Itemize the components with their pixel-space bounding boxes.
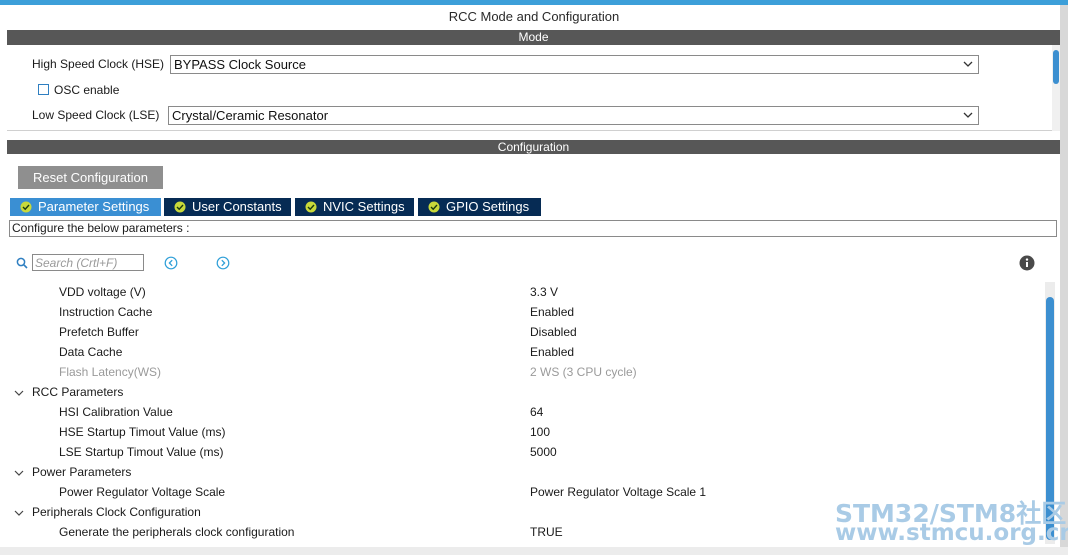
- param-label: Power Regulator Voltage Scale: [59, 485, 226, 499]
- osc-enable-label: OSC enable: [54, 83, 120, 97]
- bottom-edge: [0, 547, 1068, 555]
- group-header-power-parameters[interactable]: Power Parameters: [32, 465, 131, 479]
- tab-parameter-settings[interactable]: Parameter Settings: [10, 198, 161, 216]
- param-value[interactable]: Power Regulator Voltage Scale 1: [530, 485, 706, 499]
- param-label: Flash Latency(WS): [59, 365, 162, 379]
- mode-scrollbar-thumb[interactable]: [1053, 50, 1059, 84]
- param-value[interactable]: Enabled: [530, 305, 574, 319]
- param-value: 2 WS (3 CPU cycle): [530, 365, 637, 379]
- lse-select[interactable]: Crystal/Ceramic Resonator: [168, 106, 979, 125]
- next-match-icon[interactable]: [216, 256, 230, 270]
- tab-label: GPIO Settings: [446, 199, 530, 214]
- param-value[interactable]: 5000: [530, 445, 557, 459]
- check-circle-icon: [20, 201, 32, 213]
- mode-scrollbar[interactable]: [1052, 45, 1060, 131]
- param-value[interactable]: Disabled: [530, 325, 577, 339]
- param-label: HSE Startup Timout Value (ms): [59, 425, 226, 439]
- tab-user-constants[interactable]: User Constants: [164, 198, 291, 216]
- reset-configuration-button[interactable]: Reset Configuration: [18, 166, 163, 189]
- param-value[interactable]: TRUE: [530, 525, 563, 539]
- lse-label: Low Speed Clock (LSE): [32, 108, 160, 122]
- tab-label: User Constants: [192, 199, 282, 214]
- tab-nvic-settings[interactable]: NVIC Settings: [295, 198, 414, 216]
- param-value[interactable]: 3.3 V: [530, 285, 558, 299]
- chevron-down-icon[interactable]: [13, 507, 25, 519]
- hse-select[interactable]: BYPASS Clock Source: [170, 55, 979, 74]
- param-label: Prefetch Buffer: [59, 325, 139, 339]
- param-label: LSE Startup Timout Value (ms): [59, 445, 224, 459]
- group-header-rcc-parameters[interactable]: RCC Parameters: [32, 385, 123, 399]
- osc-enable-checkbox[interactable]: [38, 84, 49, 95]
- watermark-url: www.stmcu.org.cn: [835, 520, 1068, 546]
- param-value[interactable]: Enabled: [530, 345, 574, 359]
- check-circle-icon: [305, 201, 317, 213]
- search-input[interactable]: [32, 254, 144, 271]
- chevron-down-icon: [963, 112, 973, 118]
- param-label: Instruction Cache: [59, 305, 153, 319]
- window-title: RCC Mode and Configuration: [448, 9, 620, 24]
- check-circle-icon: [174, 201, 186, 213]
- tab-gpio-settings[interactable]: GPIO Settings: [418, 198, 541, 216]
- hse-label: High Speed Clock (HSE): [32, 57, 165, 71]
- lse-select-value: Crystal/Ceramic Resonator: [172, 108, 329, 123]
- tab-label: Parameter Settings: [38, 199, 150, 214]
- outer-scroll-strip[interactable]: [1060, 5, 1068, 555]
- info-icon[interactable]: [1019, 255, 1035, 271]
- group-header-peripherals-clock-configuration[interactable]: Peripherals Clock Configuration: [32, 505, 201, 519]
- param-label: Generate the peripherals clock configura…: [59, 525, 295, 539]
- param-label: HSI Calibration Value: [59, 405, 173, 419]
- mode-section-header: Mode: [7, 30, 1060, 45]
- window-top-accent-bar: [0, 0, 1068, 5]
- chevron-down-icon[interactable]: [13, 467, 25, 479]
- configure-instructions: Configure the below parameters :: [9, 220, 1057, 237]
- chevron-down-icon: [963, 61, 973, 67]
- hse-select-value: BYPASS Clock Source: [174, 57, 306, 72]
- configuration-section-header: Configuration: [7, 140, 1060, 155]
- tab-label: NVIC Settings: [323, 199, 405, 214]
- param-value[interactable]: 100: [530, 425, 550, 439]
- previous-match-icon[interactable]: [164, 256, 178, 270]
- chevron-down-icon[interactable]: [13, 387, 25, 399]
- search-icon[interactable]: [16, 257, 28, 269]
- param-label: VDD voltage (V): [59, 285, 146, 299]
- check-circle-icon: [428, 201, 440, 213]
- param-value[interactable]: 64: [530, 405, 543, 419]
- param-label: Data Cache: [59, 345, 123, 359]
